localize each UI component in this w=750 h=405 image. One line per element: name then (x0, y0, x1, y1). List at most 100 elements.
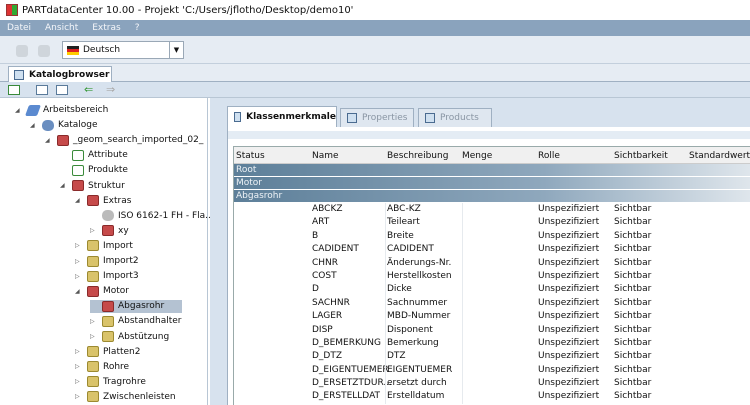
role-cell: Unspezifiziert (538, 324, 600, 335)
disabled-tool-icon[interactable] (38, 45, 50, 57)
tree-item[interactable]: ◢ Arbeitsbereich (15, 104, 108, 117)
tab-products[interactable]: Products (418, 108, 492, 127)
collapse-arrow-icon[interactable]: ◢ (75, 288, 83, 295)
table-row[interactable]: D_ERSTELLDAT Erstelldatum Unspezifiziert Si… (234, 390, 750, 404)
description-cell: Herstellkosten (387, 270, 452, 281)
description-cell: MBD-Nummer (387, 311, 451, 322)
tab-katalogbrowser[interactable]: Katalogbrowser (8, 66, 112, 83)
detail-panel: Klassenmerkmale Properties Products Stat… (210, 98, 750, 405)
filter-strip (228, 131, 750, 139)
tree-item[interactable]: Attribute (60, 149, 128, 162)
tree-item[interactable]: Produkte (60, 164, 128, 177)
column-divider (385, 390, 386, 404)
column-header-sichtbarkeit[interactable]: Sichtbarkeit (614, 151, 668, 161)
description-cell: Änderungs-Nr. (387, 257, 452, 268)
group-row-abgasrohr[interactable]: Abgasrohr (234, 190, 750, 202)
group-row-root[interactable]: Root (234, 164, 750, 176)
expand-arrow-icon[interactable]: ▷ (75, 393, 83, 400)
tree-item[interactable]: ◢ Kataloge (30, 119, 98, 132)
collapse-arrow-icon[interactable]: ◢ (60, 182, 68, 189)
tree-item-label: Zwischenleisten (103, 391, 176, 402)
tree-item[interactable]: ◢ _geom_search_imported_02_ (45, 134, 203, 147)
description-cell: Dicke (387, 284, 412, 295)
disabled-tool-icon[interactable] (16, 45, 28, 57)
tree-item[interactable]: ▷ Abstandhalter (90, 315, 182, 328)
column-header-rolle[interactable]: Rolle (538, 151, 560, 161)
column-header-standardwert[interactable]: Standardwert (689, 151, 750, 161)
table-row[interactable]: LAGER MBD-Nummer Unspezifiziert Sichtbar (234, 310, 750, 324)
collapse-arrow-icon[interactable]: ◢ (75, 197, 83, 204)
tree-item-label: ISO 6162-1 FH - Fla... (118, 210, 214, 221)
table-row[interactable]: SACHNR Sachnummer Unspezifiziert Sichtbar (234, 296, 750, 311)
tree-item[interactable]: ▷ Import (75, 239, 133, 252)
expand-arrow-icon[interactable]: ▷ (90, 227, 98, 234)
collapse-arrow-icon[interactable]: ◢ (30, 122, 38, 129)
column-header-menge[interactable]: Menge (462, 151, 492, 161)
tree-item[interactable]: ▷ Import3 (75, 270, 139, 283)
tab-klassenmerkmale[interactable]: Klassenmerkmale (227, 106, 337, 127)
expand-arrow-icon[interactable]: ▷ (75, 258, 83, 265)
table-row[interactable]: CADIDENT CADIDENT Unspezifiziert Sichtbar (234, 243, 750, 257)
tree-item[interactable]: ▷ xy (90, 224, 129, 237)
role-cell: Unspezifiziert (538, 297, 600, 308)
forward-arrow-icon[interactable]: ⇒ (106, 83, 115, 96)
tree-item[interactable]: ▷ Abstützung (90, 330, 169, 343)
expand-arrow-icon[interactable]: ▷ (90, 318, 98, 325)
language-select[interactable]: Deutsch ▼ (62, 41, 184, 59)
folder-icon (102, 331, 114, 342)
menu-ansicht[interactable]: Ansicht (38, 23, 85, 33)
table-row[interactable]: D Dicke Unspezifiziert Sichtbar (234, 283, 750, 297)
expand-arrow-icon[interactable]: ▷ (90, 333, 98, 340)
tree-item[interactable]: ▷ Zwischenleisten (75, 390, 176, 403)
workspace-icon (24, 104, 42, 116)
collapse-arrow-icon[interactable]: ◢ (15, 107, 23, 114)
tree-item[interactable]: ▷ Tragrohre (75, 375, 146, 388)
expand-arrow-icon[interactable]: ▷ (75, 378, 83, 385)
role-cell: Unspezifiziert (538, 270, 600, 281)
column-header-beschreibung[interactable]: Beschreibung (387, 151, 448, 161)
table-row[interactable]: D_BEMERKUNG Bemerkung Unspezifiziert Sichtb… (234, 336, 750, 351)
tree-item[interactable]: ISO 6162-1 FH - Fla... (90, 209, 214, 222)
layout-vertical-icon[interactable] (56, 85, 68, 95)
table-row[interactable]: CHNR Änderungs-Nr. Unspezifiziert Sichtbar (234, 256, 750, 270)
home-icon[interactable] (8, 85, 20, 95)
tree-item[interactable]: ▷ Import2 (75, 255, 139, 268)
expand-arrow-icon[interactable]: ▷ (75, 348, 83, 355)
collapse-arrow-icon[interactable]: ◢ (45, 137, 53, 144)
tab-label: Klassenmerkmale (246, 112, 336, 122)
column-divider (462, 336, 463, 351)
table-row[interactable]: ART Teileart Unspezifiziert Sichtbar (234, 216, 750, 230)
layout-horizontal-icon[interactable] (36, 85, 48, 95)
column-divider (462, 256, 463, 270)
table-row[interactable]: D_EIGENTUEMER EIGENTUEMER Unspezifiziert Si… (234, 363, 750, 378)
chevron-down-icon[interactable]: ▼ (169, 42, 183, 58)
menu-help[interactable]: ? (128, 23, 147, 33)
tree-item[interactable]: ▷ Platten2 (75, 345, 140, 358)
table-row[interactable]: D_DTZ DTZ Unspezifiziert Sichtbar (234, 350, 750, 364)
tree-item[interactable]: ◢ Motor (75, 285, 129, 298)
tree-item[interactable]: ▷ Rohre (75, 360, 129, 373)
column-divider (462, 283, 463, 297)
back-arrow-icon[interactable]: ⇐ (84, 83, 93, 96)
tree-item[interactable]: Abgasrohr (90, 299, 183, 313)
table-row[interactable]: D_ERSETZTDUR... ersetzt durch Unspezifizie… (234, 377, 750, 391)
name-cell: D_ERSETZTDUR... (312, 378, 392, 389)
tree-item[interactable]: ◢ Extras (75, 194, 131, 207)
tree-item[interactable]: ◢ Struktur (60, 179, 125, 192)
column-header-name[interactable]: Name (312, 151, 339, 161)
table-row[interactable]: COST Herstellkosten Unspezifiziert Sichtbar (234, 269, 750, 284)
table-row[interactable]: ABCKZ ABC-KZ Unspezifiziert Sichtbar (234, 203, 750, 217)
menu-extras[interactable]: Extras (85, 23, 127, 33)
expand-arrow-icon[interactable]: ▷ (75, 273, 83, 280)
column-header-status[interactable]: Status (236, 151, 265, 161)
catalog-tree: ◢ Arbeitsbereich ◢ Kataloge ◢ _geom_search_im… (0, 98, 214, 405)
table-row[interactable]: DISP Disponent Unspezifiziert Sichtbar (234, 323, 750, 337)
column-divider (385, 283, 386, 297)
group-row-motor[interactable]: Motor (234, 177, 750, 189)
column-divider (385, 203, 386, 217)
tab-properties[interactable]: Properties (340, 108, 414, 127)
menu-datei[interactable]: Datei (0, 23, 38, 33)
table-row[interactable]: B Breite Unspezifiziert Sichtbar (234, 229, 750, 244)
expand-arrow-icon[interactable]: ▷ (75, 242, 83, 249)
expand-arrow-icon[interactable]: ▷ (75, 363, 83, 370)
